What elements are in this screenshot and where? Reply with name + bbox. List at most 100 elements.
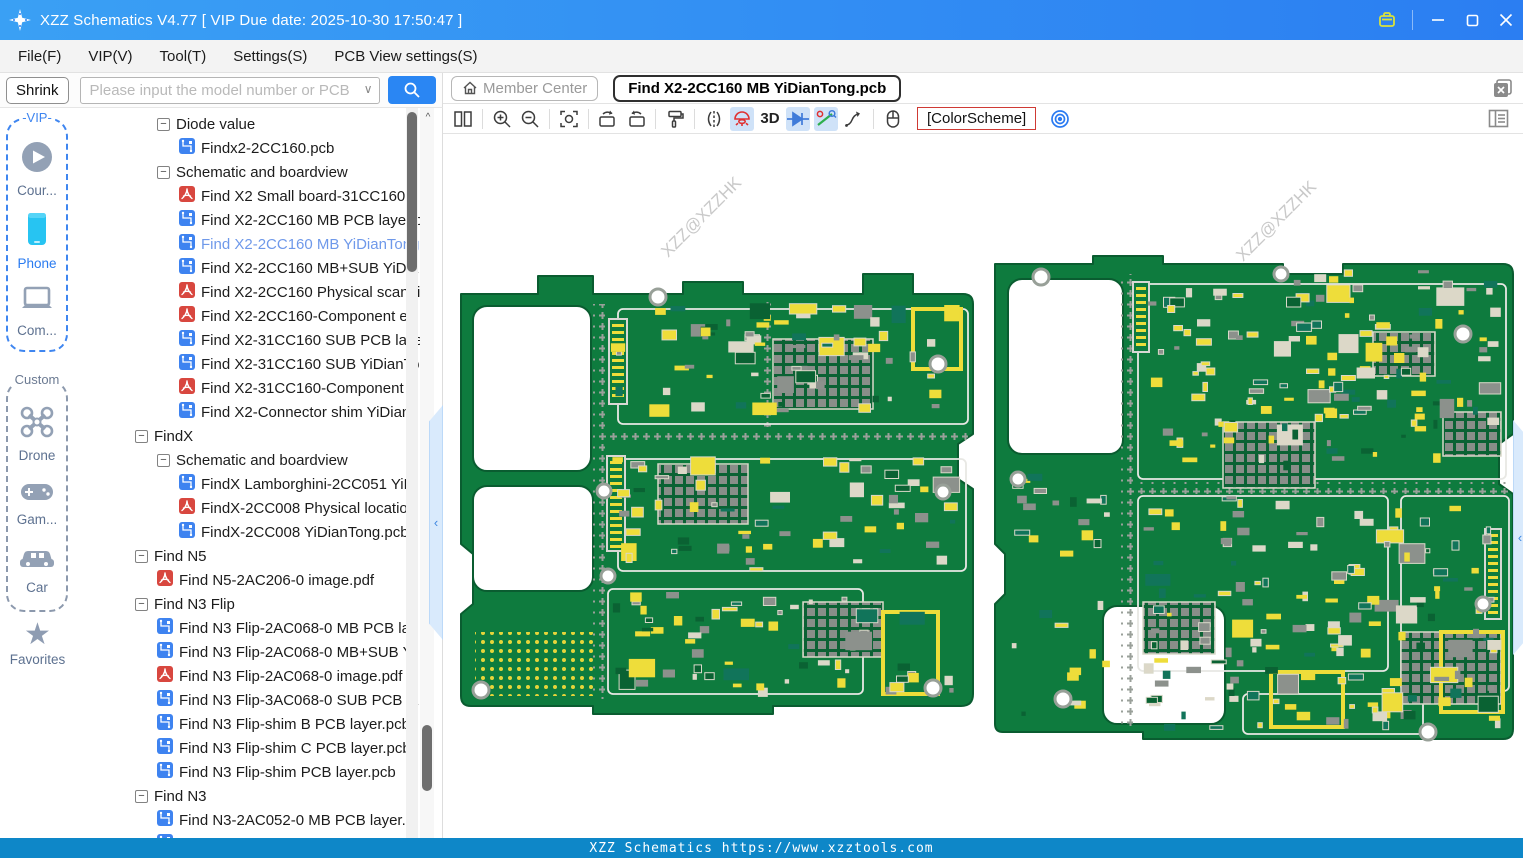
search-row: Shrink ∨ [0,73,443,108]
collapse-right-handle[interactable]: ‹ [1513,420,1523,655]
pcb-file-icon [179,354,195,374]
pdf-file-icon [179,282,195,302]
tree-file-row[interactable]: Find X2-31CC160-Component e [75,376,416,400]
license-icon[interactable] [1370,0,1404,40]
tree-file-row[interactable]: Find N3-2AC052-0 MB PCB layer.p [75,808,414,832]
measure-icon[interactable] [814,106,838,131]
colorscheme-button[interactable]: [ColorScheme] [917,107,1037,130]
close-button[interactable] [1489,0,1523,40]
mouse-icon[interactable] [881,107,905,131]
tab-active-pcb[interactable]: Find X2-2CC160 MB YiDianTong.pcb [613,74,902,102]
member-center-button[interactable]: Member Center [451,75,599,101]
tree-file-row[interactable]: Find N3 Flip-2AC068-0 image.pdf [75,664,405,688]
minimize-button[interactable] [1421,0,1455,40]
tree-group-row[interactable]: − Find N3 [75,784,405,808]
fit-screen-icon[interactable] [557,107,581,131]
tree-file-row[interactable]: FindX-2CC008 Physical location [75,496,416,520]
collapse-toggle-icon[interactable]: − [135,549,148,563]
sidebar-item-gam[interactable]: Gam... [17,481,57,527]
split-view[interactable] [451,107,475,131]
collapse-toggle-icon[interactable]: − [135,789,148,803]
lamp-icon[interactable] [730,106,754,131]
tree-item-label: Find N3 Flip-2AC068-0 MB PCB lay [179,619,418,637]
tree-file-row[interactable]: Find N3 Flip-shim PCB layer.pcb [75,760,405,784]
sidebar-item-drone[interactable]: Drone [19,405,55,463]
shrink-button[interactable]: Shrink [6,76,69,104]
tree-file-row[interactable]: Find X2 Small board-31CC160 h [75,184,418,208]
rotate-left-icon[interactable] [596,107,620,131]
tree-file-row[interactable]: Find N3 Flip-shim B PCB layer.pcb [75,712,410,736]
tree-file-row[interactable]: Find X2-2CC160 MB PCB layer.p [75,208,423,232]
tree-file-row[interactable]: Find X2-Connector shim YiDian [75,400,410,424]
tree-item-label: Find N3 [154,787,207,805]
tree-group-row[interactable]: − Diode value [75,112,405,136]
pcb-file-icon [179,234,195,254]
sidebar-item-com[interactable]: Com... [17,284,57,338]
menu-item-file-f[interactable]: File(F) [18,48,61,65]
tree-file-row[interactable]: FindX Lamborghini-2CC051 YiD [75,472,414,496]
tree-item-label: Find N5-2AC206-0 image.pdf [179,571,375,589]
tree-item-label: Find X2-31CC160-Component e [201,379,417,397]
custom-group: Custom Drone Gam... Car [6,372,68,612]
search-button[interactable] [387,76,436,104]
tree-file-row[interactable]: Find N3 Flip-3AC068-0 SUB PCB la [75,688,418,712]
sidebar-item-cour[interactable]: Cour... [17,140,57,198]
collapse-toggle-icon[interactable]: − [157,117,170,131]
tree-item-label: Schematic and boardview [176,451,348,469]
tree-file-row[interactable]: Find X2-2CC160 Physical scanni [75,280,420,304]
mirror-flip-icon[interactable] [702,107,726,131]
tree-file-row[interactable]: Find X2-2CC160 MB+SUB YiDia [75,256,418,280]
tree-file-row[interactable]: Find X2-31CC160 SUB PCB laye [75,328,423,352]
tree-item-label: Find X2-Connector shim YiDian [201,403,411,421]
curve-icon[interactable] [842,107,866,131]
layer-panel-icon[interactable] [1488,109,1509,128]
close-all-tabs-icon[interactable] [1492,78,1513,99]
sidebar-item-label: Com... [17,322,57,338]
collapse-toggle-icon[interactable]: − [135,597,148,611]
menu-item-tool-t[interactable]: Tool(T) [160,48,207,65]
chevron-down-icon[interactable]: ∨ [364,82,373,96]
menu-item-vip-v[interactable]: VIP(V) [88,48,132,65]
tree-group-row[interactable]: − Find N3 Flip [75,592,405,616]
statusbar: XZZ Schematics https://www.xzztools.com [0,838,1523,858]
collapse-tree-handle[interactable]: ‹ [429,405,443,640]
sidebar-item-car[interactable]: Car [18,545,56,595]
tree-group-row[interactable]: − Schematic and boardview [75,448,405,472]
tree-file-row[interactable]: Find X2-31CC160 SUB YiDianTo [75,352,419,376]
collapse-toggle-icon[interactable]: − [135,429,148,443]
search-input[interactable] [79,76,380,104]
panel-scrollbar-thumb[interactable] [422,725,432,791]
tree-group-row[interactable]: − FindX [75,424,405,448]
tree-group-row[interactable]: − Schematic and boardview [75,160,405,184]
pcb-viewer: Member Center Find X2-2CC160 MB YiDianTo… [443,73,1523,838]
paint-roller-icon[interactable] [663,107,687,131]
scrollbar-up-arrow[interactable]: ^ [422,112,434,123]
tree-file-row[interactable]: FindX-2CC008 YiDianTong.pcb [75,520,409,544]
tree-file-row[interactable]: Find N5-2AC206-0 image.pdf [75,568,405,592]
sidebar-item-label: Car [26,580,48,595]
sidebar-item-phone[interactable]: Phone [17,211,57,271]
collapse-toggle-icon[interactable]: − [157,453,170,467]
tree-file-row[interactable]: Find N3 Flip-shim C PCB layer.pcb [75,736,411,760]
collapse-toggle-icon[interactable]: − [157,165,170,179]
tree-scrollbar-thumb[interactable] [407,112,417,272]
menu-item-pcb-view-settings-s[interactable]: PCB View settings(S) [334,48,477,65]
tree-file-row[interactable]: Find N3 Flip-2AC068-0 MB PCB lay [75,616,417,640]
rotate-right-icon[interactable] [624,107,648,131]
menu-item-settings-s[interactable]: Settings(S) [233,48,307,65]
sidebar-item-favorites[interactable]: ★ Favorites [0,620,75,668]
zoom-out-icon[interactable] [518,107,542,131]
pcb-canvas[interactable]: XZZ@XZZHK XZZ@XZZHK [443,134,1523,838]
tree-file-row[interactable]: Findx2-2CC160.pcb [75,136,405,160]
tree-item-label: Find N3-2AC052-0 MB PCB layer.p [179,811,415,829]
zoom-in-icon[interactable] [490,107,514,131]
diode-icon[interactable] [786,106,810,131]
maximize-button[interactable] [1455,0,1489,40]
tree-file-row[interactable]: Find X2-2CC160 MB YiDianTong [75,232,419,256]
target-rings-icon[interactable] [1050,109,1070,129]
tree-file-row[interactable]: Find N3 Flip-2AC068-0 MB+SUB Yi [75,640,415,664]
tree-file-row[interactable]: Find X2-2CC160-Component ex [75,304,415,328]
threed-label[interactable]: 3D [758,107,782,131]
pcb-file-icon [157,738,173,758]
tree-group-row[interactable]: − Find N5 [75,544,405,568]
